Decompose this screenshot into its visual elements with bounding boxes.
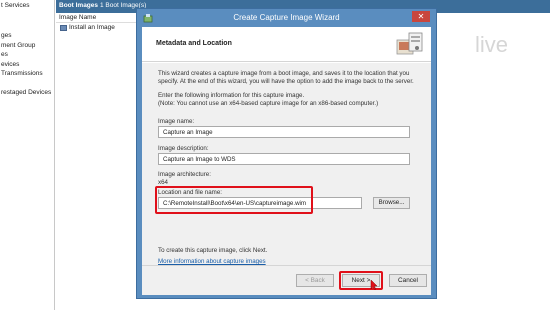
intro-text: This wizard creates a capture image from…	[158, 70, 414, 85]
image-description-input[interactable]: Capture an Image to WDS	[158, 153, 410, 165]
instruction-text-1: Enter the following information for this…	[158, 92, 305, 99]
tree-item-es[interactable]: es	[1, 51, 8, 58]
column-header-image-name[interactable]: Image Name	[56, 13, 138, 23]
wizard-footer: < Back Next > Cancel	[142, 265, 431, 295]
capture-wizard-icon	[396, 32, 423, 55]
tree-item-management-group[interactable]: ment Group	[1, 42, 35, 49]
dialog-title: Create Capture Image Wizard	[233, 13, 340, 22]
console-tree: t Services ges ment Group es evices Tran…	[0, 0, 55, 310]
close-button[interactable]: ✕	[412, 11, 430, 22]
list-item-label: Install an Image	[69, 24, 115, 31]
wizard-page-header: Metadata and Location	[142, 27, 431, 62]
dialog-body: Metadata and Location This wizard create…	[142, 27, 431, 295]
tree-item-services[interactable]: t Services	[1, 2, 30, 9]
column-header-label: Image Name	[59, 14, 97, 21]
tree-item-prestaged-devices[interactable]: restaged Devices	[1, 89, 51, 96]
cancel-button[interactable]: Cancel	[389, 274, 427, 287]
results-title: Boot Images	[59, 2, 99, 9]
boot-image-icon	[60, 25, 67, 31]
instruction-text-2: (Note: You cannot use an x64-based captu…	[158, 100, 379, 107]
capture-image-wizard-dialog: Create Capture Image Wizard ✕ Metadata a…	[136, 8, 437, 299]
image-architecture-label: Image architecture:	[158, 171, 211, 178]
browse-button[interactable]: Browse...	[373, 197, 410, 209]
page-title: Metadata and Location	[156, 40, 232, 47]
back-button[interactable]: < Back	[296, 274, 334, 287]
more-info-link[interactable]: More information about capture images	[158, 258, 266, 265]
image-architecture-value: x64	[158, 179, 168, 186]
image-name-input[interactable]: Capture an Image	[158, 126, 410, 138]
dialog-titlebar[interactable]: Create Capture Image Wizard ✕	[137, 9, 436, 27]
image-description-label: Image description:	[158, 145, 209, 152]
watermark-right: live	[475, 32, 509, 57]
tree-item-images[interactable]: ges	[1, 32, 11, 39]
location-highlight-box	[155, 186, 313, 214]
list-item[interactable]: Install an Image	[56, 23, 138, 33]
tree-item-devices[interactable]: evices	[1, 61, 19, 68]
footer-hint: To create this capture image, click Next…	[158, 247, 268, 254]
image-name-label: Image name:	[158, 118, 195, 125]
tree-item-transmissions[interactable]: Transmissions	[1, 70, 43, 77]
mouse-cursor-icon	[370, 279, 378, 291]
wizard-content: This wizard creates a capture image from…	[142, 63, 431, 265]
